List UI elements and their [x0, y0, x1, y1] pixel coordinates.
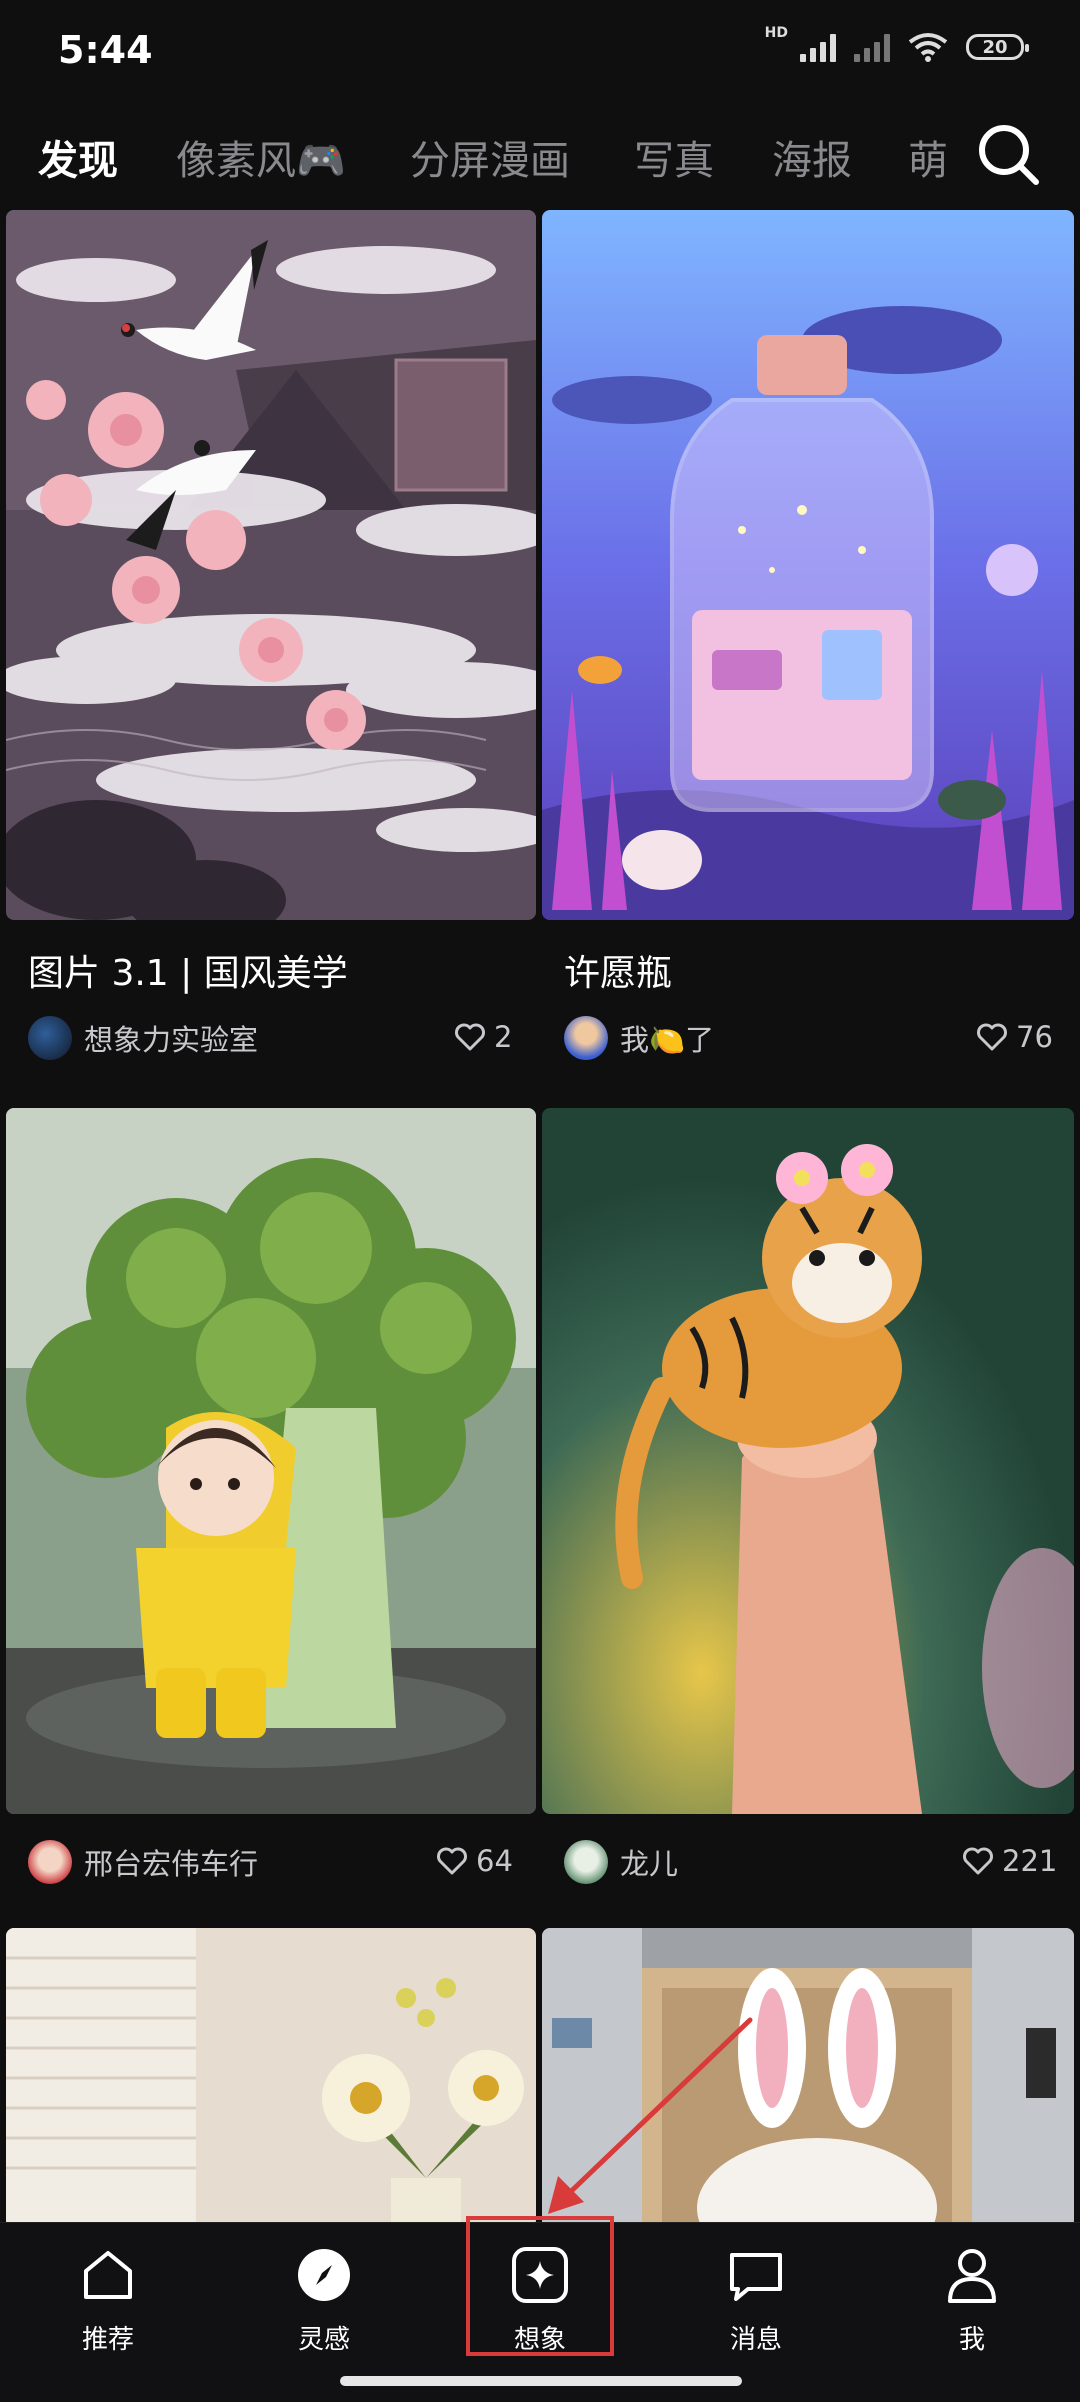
tab-split-comic[interactable]: 分屏漫画 [410, 128, 570, 186]
heart-icon [437, 1847, 467, 1875]
chinese-ink-illustration [6, 210, 536, 920]
nav-label: 消息 [729, 2325, 782, 2355]
annotation-arrow [548, 2017, 753, 2214]
feed-image-3[interactable] [6, 1108, 536, 1814]
avatar [28, 1840, 72, 1884]
search-icon[interactable] [972, 118, 1044, 190]
like-count: 2 [494, 1020, 513, 1054]
annotation-highlight-box [466, 2216, 614, 2356]
signal-2-icon [854, 32, 890, 62]
girl-broccoli-illustration [6, 1108, 536, 1814]
like-count: 221 [1002, 1844, 1058, 1878]
message-icon [730, 2253, 782, 2301]
card-title[interactable]: 图片 3.1 | 国风美学 [28, 944, 348, 996]
like-count: 76 [1016, 1020, 1053, 1054]
status-time: 5:44 [58, 28, 153, 72]
wifi-icon [908, 33, 948, 62]
nav-me[interactable]: 我 [902, 2243, 1042, 2356]
tab-pixel[interactable]: 像素风🎮 [176, 128, 346, 186]
card-author[interactable]: 我🍋了 [564, 1016, 714, 1060]
nav-label: 灵感 [297, 2325, 350, 2355]
status-bar: 5:44 HD 20 [0, 0, 1080, 100]
flowers-vase-illustration [6, 1928, 536, 2228]
home-indicator[interactable] [340, 2376, 742, 2386]
tab-poster[interactable]: 海报 [772, 128, 852, 186]
tab-portrait[interactable]: 写真 [634, 128, 714, 186]
nav-inspiration[interactable]: 灵感 [254, 2243, 394, 2356]
like-button[interactable]: 2 [454, 1020, 512, 1054]
compass-icon [298, 2249, 350, 2301]
like-count: 64 [476, 1844, 513, 1878]
feed-image-2[interactable] [542, 210, 1074, 920]
nav-label: 推荐 [81, 2325, 134, 2355]
avatar [564, 1016, 608, 1060]
card-author[interactable]: 邢台宏伟车行 [28, 1840, 258, 1884]
nav-label: 我 [958, 2325, 985, 2355]
avatar [564, 1840, 608, 1884]
feed-image-5[interactable] [6, 1928, 536, 2228]
author-name: 邢台宏伟车行 [84, 1847, 259, 1881]
nav-recommend[interactable]: 推荐 [38, 2243, 178, 2356]
card-title[interactable]: 许愿瓶 [564, 944, 672, 996]
wishing-bottle-illustration [542, 210, 1074, 920]
tab-cute[interactable]: 萌 [908, 128, 948, 186]
like-button[interactable]: 64 [436, 1844, 513, 1878]
home-icon [84, 2251, 132, 2299]
card-author[interactable]: 龙儿 [564, 1840, 678, 1884]
author-name: 想象力实验室 [84, 1023, 259, 1057]
category-tabs: 发现 像素风🎮 分屏漫画 写真 海报 萌 [0, 118, 1080, 208]
heart-icon [977, 1023, 1007, 1051]
status-icons: HD 20 [765, 25, 1029, 62]
feed-image-4[interactable] [542, 1108, 1074, 1814]
nav-messages[interactable]: 消息 [686, 2243, 826, 2356]
tab-discover[interactable]: 发现 [38, 128, 118, 186]
signal-icon [800, 32, 836, 62]
heart-icon [455, 1023, 485, 1051]
like-button[interactable]: 221 [962, 1844, 1057, 1878]
like-button[interactable]: 76 [976, 1020, 1053, 1054]
author-name: 我🍋了 [620, 1023, 715, 1057]
avatar [28, 1016, 72, 1060]
author-name: 龙儿 [620, 1847, 679, 1881]
hd-label: HD [764, 25, 788, 41]
person-icon [948, 2249, 996, 2303]
card-author[interactable]: 想象力实验室 [28, 1016, 258, 1060]
heart-icon [963, 1847, 993, 1875]
battery-icon: 20 [966, 34, 1029, 60]
tiny-tiger-illustration [542, 1108, 1074, 1814]
feed-image-1[interactable] [6, 210, 536, 920]
